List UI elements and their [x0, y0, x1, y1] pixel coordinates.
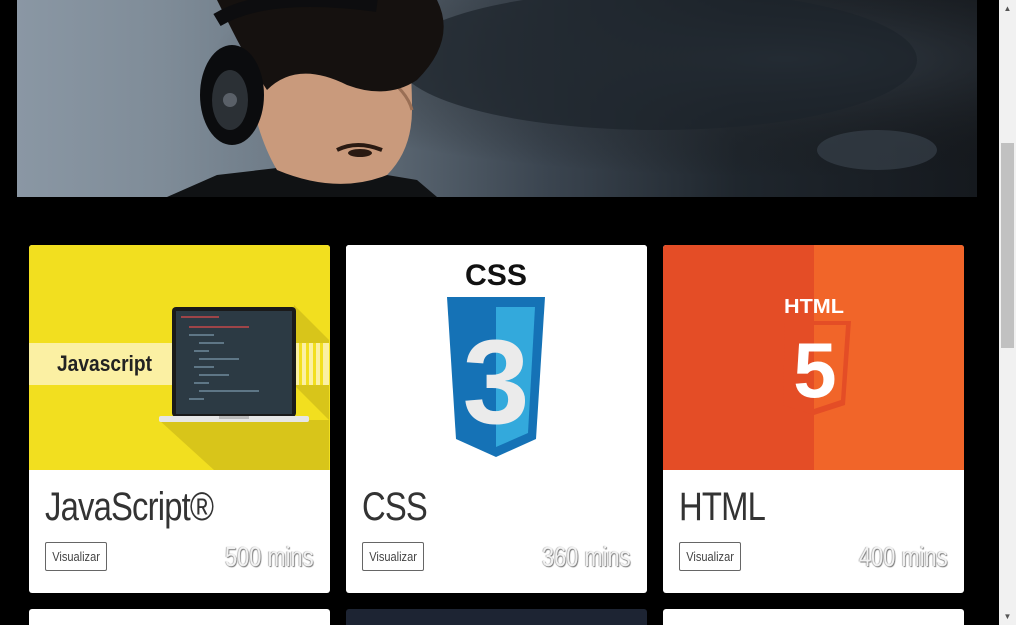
scroll-up-arrow-icon[interactable]: ▲ [999, 0, 1016, 17]
course-card-html[interactable]: HTML 5 HTML Visualizar 400 mins [663, 245, 964, 593]
hero-image [17, 0, 977, 197]
css-logo-label: CSS [465, 259, 527, 292]
course-card-javascript[interactable]: Javascript JavaScript® Visualizar 500 mi… [29, 245, 330, 593]
page: Javascript JavaScript® Visualizar 500 mi… [0, 0, 1016, 625]
visualizar-button[interactable]: Visualizar [679, 542, 741, 571]
visualizar-button[interactable]: Visualizar [45, 542, 107, 571]
course-duration: 360 mins [542, 541, 631, 572]
button-label: Visualizar [686, 549, 734, 564]
vertical-scrollbar[interactable]: ▲ ▼ [999, 0, 1016, 625]
visualizar-button[interactable]: Visualizar [362, 542, 424, 571]
course-card-partial[interactable] [29, 609, 330, 625]
scrollbar-thumb[interactable] [1001, 143, 1014, 348]
css3-logo-icon: CSS 3 [346, 245, 647, 470]
button-label: Visualizar [52, 549, 100, 564]
html5-logo-icon: HTML 5 [663, 245, 964, 470]
scroll-down-arrow-icon[interactable]: ▼ [999, 608, 1016, 625]
html-logo-number: 5 [793, 326, 836, 414]
course-card-partial[interactable] [663, 609, 964, 625]
hero-banner [17, 0, 977, 197]
course-title: CSS [362, 485, 428, 529]
javascript-thumbnail: Javascript [29, 245, 330, 470]
course-card-partial[interactable] [346, 609, 647, 625]
course-title: HTML [679, 485, 766, 529]
javascript-thumb-label: Javascript [57, 351, 153, 376]
course-duration: 400 mins [859, 541, 948, 572]
course-card-css[interactable]: CSS 3 CSS Visualizar 360 mins [346, 245, 647, 593]
course-title: JavaScript® [45, 485, 214, 529]
html-logo-label: HTML [784, 296, 844, 318]
button-label: Visualizar [369, 549, 417, 564]
css-logo-number: 3 [463, 315, 530, 449]
course-duration: 500 mins [225, 541, 314, 572]
